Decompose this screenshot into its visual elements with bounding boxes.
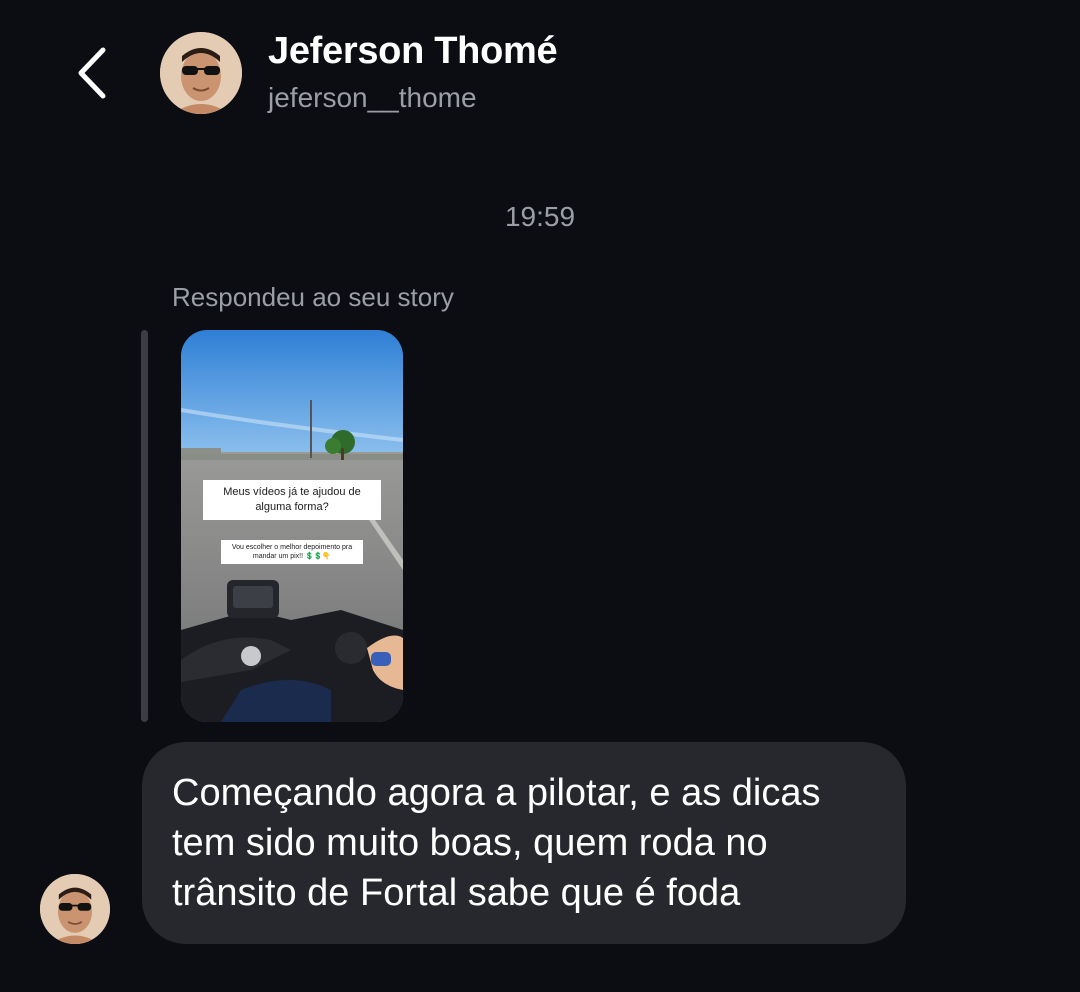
- message-text: Começando agora a pilotar, e as dicas te…: [172, 772, 821, 914]
- contact-name[interactable]: Jeferson Thomé: [268, 30, 558, 73]
- contact-username[interactable]: jeferson__thome: [268, 82, 477, 114]
- profile-avatar[interactable]: [160, 32, 242, 114]
- reply-indicator-bar: [141, 330, 148, 722]
- story-image: [181, 330, 403, 722]
- sender-avatar[interactable]: [40, 874, 110, 944]
- timestamp-text: 19:59: [504, 201, 576, 232]
- story-preview[interactable]: Meus vídeos já te ajudou de alguma forma…: [181, 330, 403, 722]
- chat-screen: Jeferson Thomé jeferson__thome 19:59 Res…: [0, 0, 1080, 992]
- back-button[interactable]: [62, 40, 122, 106]
- message-bubble[interactable]: Começando agora a pilotar, e as dicas te…: [142, 742, 906, 944]
- story-subtext-sticker: Vou escolher o melhor depoimento pra man…: [221, 540, 363, 564]
- message-timestamp: 19:59: [0, 201, 1080, 233]
- story-reply-caption: Respondeu ao seu story: [172, 282, 454, 312]
- chevron-left-icon: [78, 47, 106, 99]
- story-question-sticker: Meus vídeos já te ajudou de alguma forma…: [203, 480, 381, 520]
